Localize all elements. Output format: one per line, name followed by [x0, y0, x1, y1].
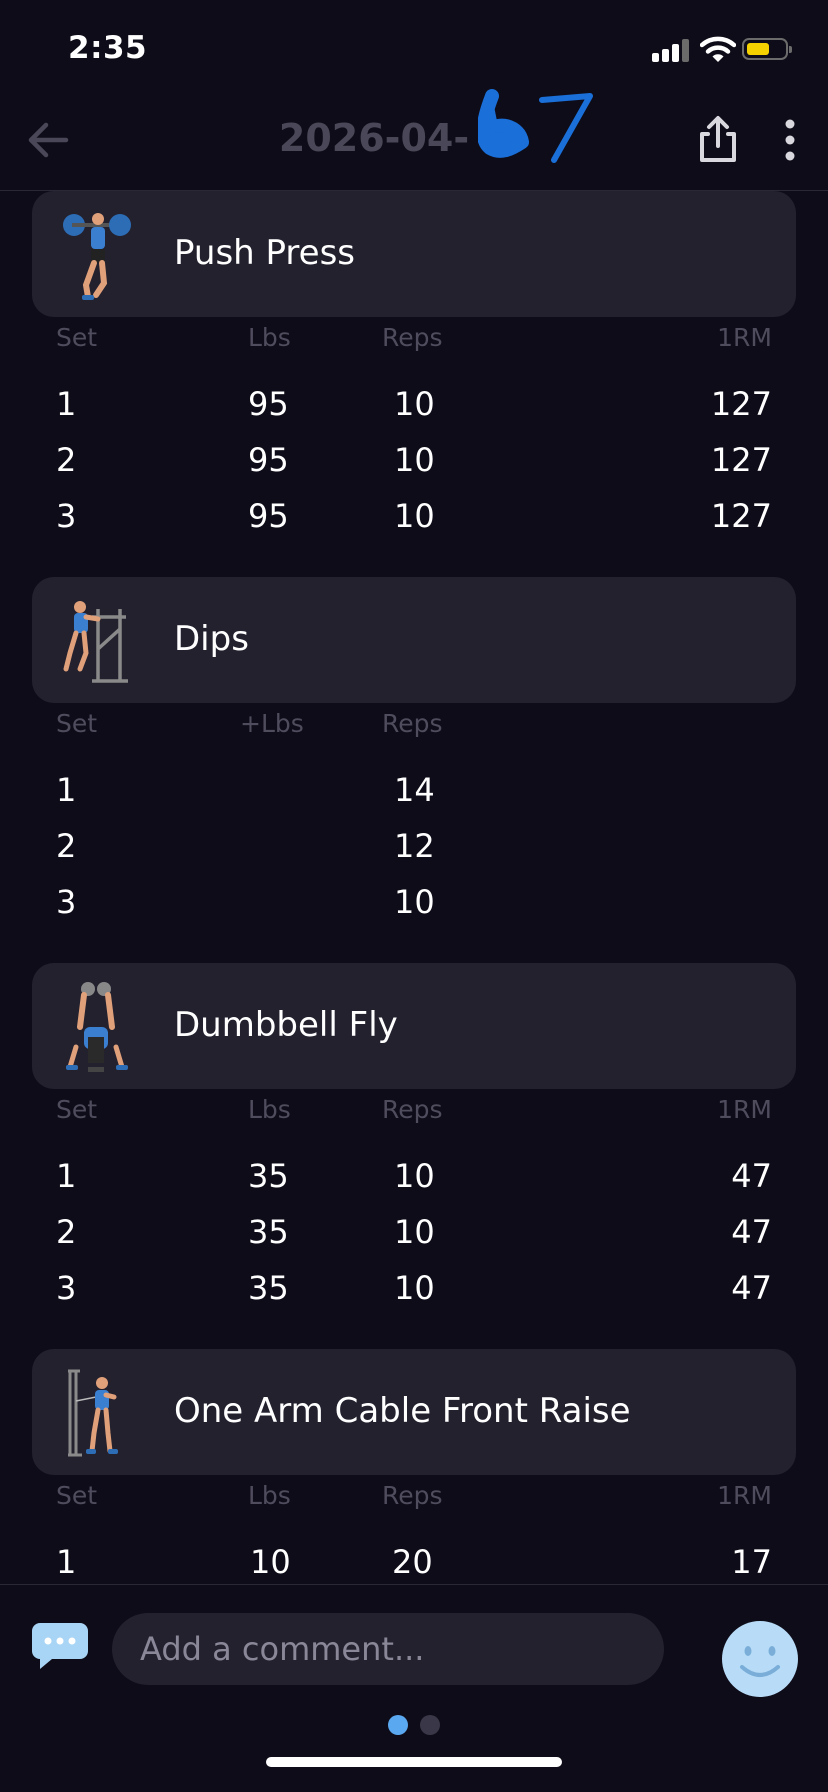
- comment-input[interactable]: [112, 1613, 664, 1685]
- header-1rm: 1RM: [717, 1481, 772, 1510]
- set-1rm: 127: [710, 441, 772, 479]
- home-indicator: [266, 1757, 562, 1767]
- set-number: 2: [56, 441, 77, 479]
- exercise-name: Dips: [174, 619, 249, 659]
- more-options-icon[interactable]: [776, 114, 804, 166]
- header-set: Set: [56, 709, 98, 738]
- exercise-card-one-arm-cable-front-raise[interactable]: One Arm Cable Front Raise: [32, 1349, 796, 1475]
- set-lbs: 95: [248, 441, 289, 479]
- cable-front-raise-figure-icon: [68, 1369, 118, 1457]
- header-reps: Reps: [382, 1481, 443, 1510]
- set-number: 1: [56, 771, 77, 809]
- redaction-scribble: [478, 89, 593, 163]
- header-set: Set: [56, 1095, 98, 1124]
- set-lbs: 35: [248, 1157, 289, 1195]
- set-reps: 10: [394, 1213, 435, 1251]
- set-1rm: 47: [731, 1213, 772, 1251]
- header-1rm: 1RM: [717, 1095, 772, 1124]
- header-lbs: Lbs: [248, 1095, 291, 1124]
- nav-bar: 2026-04-: [0, 96, 828, 191]
- header-set: Set: [56, 1481, 98, 1510]
- set-1rm: 47: [731, 1269, 772, 1307]
- exercise-card-dumbbell-fly[interactable]: Dumbbell Fly: [32, 963, 796, 1089]
- set-number: 2: [56, 1213, 77, 1251]
- header-reps: Reps: [382, 323, 443, 352]
- set-number: 3: [56, 497, 77, 535]
- set-reps: 10: [394, 385, 435, 423]
- set-lbs: 95: [248, 497, 289, 535]
- exercise-card-dips[interactable]: Dips: [32, 577, 796, 703]
- header-reps: Reps: [382, 709, 443, 738]
- smiley-emoji-icon[interactable]: [720, 1619, 800, 1699]
- share-icon[interactable]: [694, 114, 742, 166]
- push-press-figure-icon: [63, 213, 131, 300]
- set-lbs: 95: [248, 385, 289, 423]
- comment-bar: [0, 1584, 828, 1792]
- page-indicator: [388, 1715, 440, 1735]
- set-reps: 20: [392, 1543, 433, 1581]
- set-reps: 10: [394, 497, 435, 535]
- header-lbs: Lbs: [248, 1481, 291, 1510]
- set-number: 1: [56, 1157, 77, 1195]
- exercise-card-push-press[interactable]: Push Press: [32, 191, 796, 317]
- header-reps: Reps: [382, 1095, 443, 1124]
- set-number: 2: [56, 827, 77, 865]
- page-dot-active: [388, 1715, 408, 1735]
- set-lbs: 35: [248, 1213, 289, 1251]
- page-dot-inactive[interactable]: [420, 1715, 440, 1735]
- set-number: 1: [56, 385, 77, 423]
- set-lbs: 10: [250, 1543, 291, 1581]
- workout-detail-list[interactable]: Push Press Set Lbs Reps 1RM 1 95 10 127 …: [0, 191, 828, 1584]
- wifi-icon: [700, 36, 736, 62]
- dumbbell-fly-figure-icon: [66, 982, 128, 1072]
- exercise-name: Dumbbell Fly: [174, 1005, 398, 1045]
- status-bar: 2:35: [0, 0, 828, 96]
- battery-icon: [742, 38, 792, 60]
- exercise-name: Push Press: [174, 233, 356, 273]
- set-reps: 10: [394, 441, 435, 479]
- set-reps: 12: [394, 827, 435, 865]
- chat-bubbles-icon[interactable]: [30, 1619, 90, 1671]
- cellular-signal-icon: [652, 38, 692, 62]
- set-reps: 10: [394, 1157, 435, 1195]
- set-reps: 10: [394, 1269, 435, 1307]
- header-lbs: Lbs: [248, 323, 291, 352]
- set-1rm: 127: [710, 385, 772, 423]
- set-reps: 14: [394, 771, 435, 809]
- set-lbs: 35: [248, 1269, 289, 1307]
- set-number: 3: [56, 1269, 77, 1307]
- status-time: 2:35: [68, 30, 148, 66]
- header-1rm: 1RM: [717, 323, 772, 352]
- header-lbs: +Lbs: [240, 709, 304, 738]
- set-1rm: 47: [731, 1157, 772, 1195]
- header-set: Set: [56, 323, 98, 352]
- set-number: 3: [56, 883, 77, 921]
- exercise-name: One Arm Cable Front Raise: [174, 1391, 631, 1431]
- set-number: 1: [56, 1543, 77, 1581]
- set-reps: 10: [394, 883, 435, 921]
- dips-figure-icon: [63, 601, 128, 683]
- set-1rm: 127: [710, 497, 772, 535]
- set-1rm: 17: [731, 1543, 772, 1581]
